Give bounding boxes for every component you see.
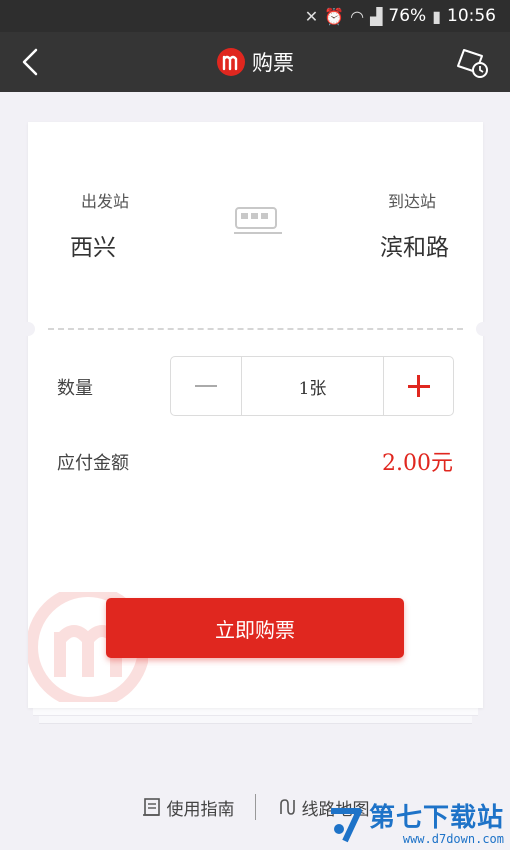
route-icon <box>279 799 295 815</box>
site-watermark-sub: www.d7down.com <box>402 832 504 846</box>
site-logo-icon <box>330 808 362 843</box>
from-label: 出发站 <box>81 192 130 211</box>
ticket-notch-left <box>21 322 35 336</box>
amount-value: 2.00元 <box>382 451 453 476</box>
card-stack-shadow <box>33 708 478 716</box>
guide-link-label: 使用指南 <box>166 799 235 820</box>
quantity-stepper: 1张 <box>170 356 454 416</box>
to-station[interactable]: 滨和路 <box>380 228 449 262</box>
ticket-notch-right <box>476 322 490 336</box>
ticket-card: 出发站 西兴 到达站 滨和路 数量 1张 应付金额 2.00元 立即购票 <box>21 122 490 708</box>
alarm-icon: ⏰ <box>324 6 345 26</box>
train-icon <box>234 207 282 234</box>
decrease-button[interactable] <box>171 357 242 415</box>
to-label: 到达站 <box>387 192 436 211</box>
amount-label: 应付金额 <box>57 453 129 474</box>
ticket-clock-icon <box>457 49 488 78</box>
buy-now-button[interactable]: 立即购票 <box>106 598 404 658</box>
quantity-value: 1张 <box>298 378 327 399</box>
metro-logo-icon <box>217 48 245 76</box>
back-button[interactable] <box>14 44 50 80</box>
app-title-group: 购票 <box>216 47 294 77</box>
site-watermark-text: 第七下载站 www.d7down.com <box>369 804 504 846</box>
mute-icon: ✕ <box>304 6 319 26</box>
page-title: 购票 <box>252 51 294 75</box>
battery-icon: ▮ <box>432 6 441 26</box>
wifi-icon: ◠ <box>350 6 365 26</box>
site-watermark: 第七下载站 www.d7down.com <box>325 804 504 846</box>
ticket-history-button[interactable] <box>452 42 492 82</box>
document-icon <box>142 798 160 816</box>
battery-percent: 76% <box>388 6 427 26</box>
signal-icon: ▟ <box>370 6 383 26</box>
guide-link[interactable]: 使用指南 <box>121 795 255 820</box>
ticket-perforation <box>48 328 463 330</box>
app-bar: 购票 <box>0 32 510 92</box>
chevron-left-icon <box>22 48 38 76</box>
quantity-label: 数量 <box>57 378 93 399</box>
status-time: 10:56 <box>447 6 496 26</box>
minus-icon <box>195 385 217 387</box>
site-watermark-main: 第七下载站 <box>368 803 504 833</box>
status-bar: ✕ ⏰ ◠ ▟ 76% ▮ 10:56 <box>0 0 510 32</box>
card-stack-shadow <box>39 716 472 724</box>
from-station[interactable]: 西兴 <box>70 228 116 262</box>
increase-button[interactable] <box>383 357 453 415</box>
